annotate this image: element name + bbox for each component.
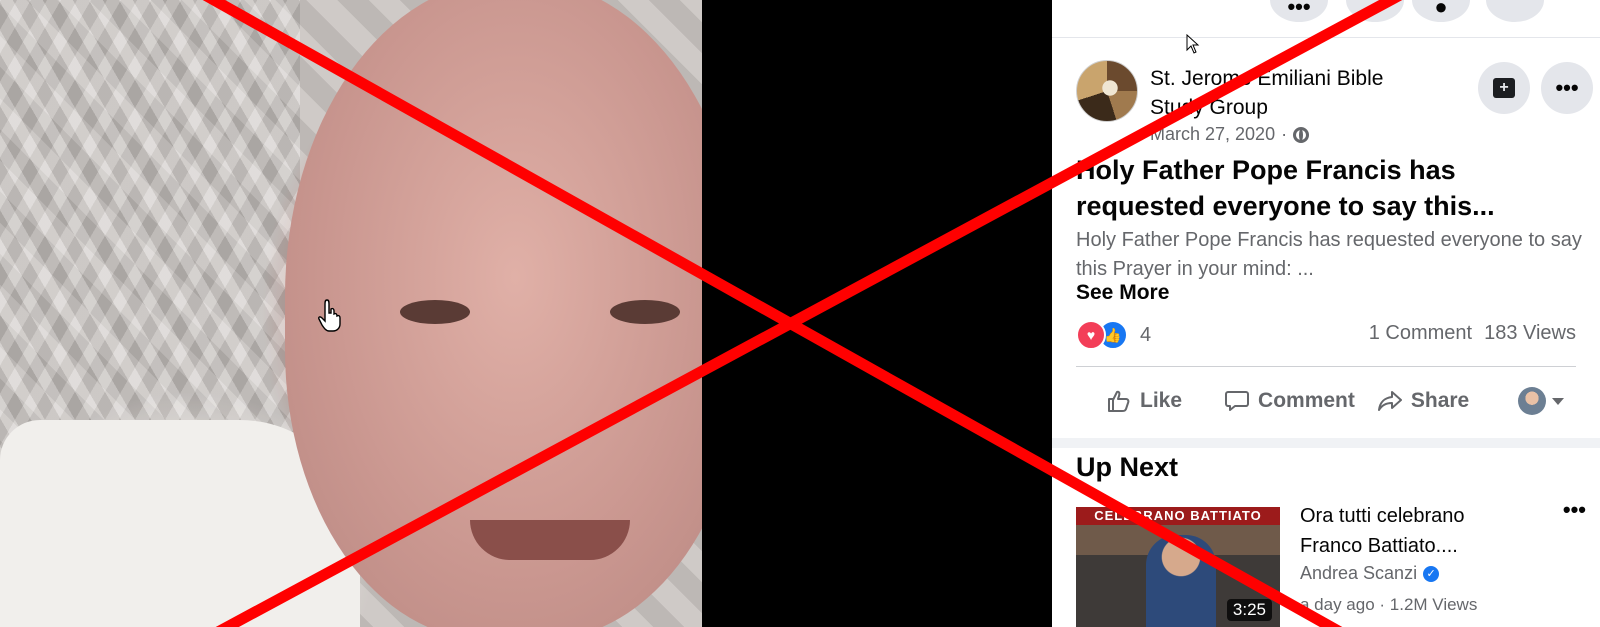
video-title[interactable]: Ora tutti celebrano Franco Battiato.... xyxy=(1300,501,1520,561)
reaction-count: 4 xyxy=(1140,323,1152,346)
mouth xyxy=(470,520,630,560)
verified-badge-icon: ✓ xyxy=(1423,565,1440,582)
globe-icon xyxy=(1293,126,1310,143)
share-button[interactable]: Share xyxy=(1377,388,1469,414)
post-actions: Like Comment Share xyxy=(1076,375,1576,427)
love-reaction-icon: ♥ xyxy=(1076,320,1106,350)
account-button[interactable] xyxy=(1486,0,1544,22)
section-separator xyxy=(1052,438,1600,448)
more-dots-icon: ••• xyxy=(1555,75,1579,100)
right-eye xyxy=(610,300,680,324)
post-stats: 1 Comment 183 Views xyxy=(1369,322,1576,345)
page-avatar[interactable] xyxy=(1076,60,1138,122)
comment-label: Comment xyxy=(1258,389,1355,412)
author-name: Andrea Scanzi xyxy=(1300,563,1418,583)
post-options-button[interactable]: ••• xyxy=(1541,62,1593,114)
post-sidebar: ••• ● ● St. Jerome Emiliani Bible Study … xyxy=(1052,0,1600,627)
wallpaper-background xyxy=(0,0,300,470)
notifications-button[interactable]: ● xyxy=(1412,0,1470,22)
thumbnail-banner-text: CELEBRANO BATTIATO xyxy=(1094,508,1262,523)
caret-down-icon xyxy=(1552,397,1564,405)
comment-bubble-icon xyxy=(1225,391,1250,411)
user-avatar xyxy=(1518,387,1546,415)
save-video-button[interactable] xyxy=(1478,62,1530,114)
react-as-selector[interactable] xyxy=(1518,387,1564,415)
up-next-heading: Up Next xyxy=(1076,452,1179,482)
bell-icon: ● xyxy=(1434,0,1448,19)
hand-cursor-icon xyxy=(318,299,341,332)
meta-separator: · xyxy=(1281,124,1288,144)
like-label: Like xyxy=(1140,389,1183,412)
messenger-button[interactable]: ● xyxy=(1346,0,1404,22)
divider xyxy=(1076,366,1576,367)
video-thumbnail[interactable]: CELEBRANO BATTIATO 3:25 xyxy=(1076,507,1280,627)
thumbnail-person xyxy=(1146,535,1216,627)
save-icon xyxy=(1493,78,1515,98)
more-dots-icon: ••• xyxy=(1287,0,1311,19)
post-header: St. Jerome Emiliani Bible Study Group Ma… xyxy=(1076,60,1593,144)
see-more-link[interactable]: See More xyxy=(1076,281,1169,305)
share-arrow-icon xyxy=(1377,391,1402,411)
reactions-summary[interactable]: ♥ 👍 4 xyxy=(1076,318,1151,352)
post-date[interactable]: March 27, 2020 xyxy=(1150,124,1275,145)
video-duration: 3:25 xyxy=(1226,599,1272,621)
comment-button[interactable]: Comment xyxy=(1224,388,1355,414)
post-meta: March 27, 2020 · xyxy=(1150,124,1310,145)
video-frame[interactable] xyxy=(0,0,702,627)
comment-count[interactable]: 1 Comment xyxy=(1369,322,1472,345)
share-label: Share xyxy=(1410,389,1470,412)
video-meta: a day ago · 1.2M Views xyxy=(1300,595,1478,614)
up-next-video-card[interactable]: CELEBRANO BATTIATO 3:25 Ora tutti celebr… xyxy=(1076,497,1586,627)
top-nav-bar: ••• ● ● xyxy=(1052,0,1600,54)
menu-button[interactable]: ••• xyxy=(1270,0,1328,22)
video-options-button[interactable]: ••• xyxy=(1563,497,1586,523)
like-button[interactable]: Like xyxy=(1106,388,1182,414)
left-eye xyxy=(400,300,470,324)
arrow-cursor-icon xyxy=(1186,34,1200,54)
thumbs-up-icon xyxy=(1108,390,1130,412)
page-name-link[interactable]: St. Jerome Emiliani Bible Study Group xyxy=(1150,64,1440,122)
video-player[interactable] xyxy=(0,0,1052,627)
post-title: Holy Father Pope Francis has requested e… xyxy=(1076,155,1495,221)
view-count: 183 Views xyxy=(1484,322,1576,344)
messenger-icon: ● xyxy=(1368,0,1382,19)
video-author[interactable]: Andrea Scanzi ✓ xyxy=(1300,563,1440,584)
post-excerpt: Holy Father Pope Francis has requested e… xyxy=(1076,229,1582,280)
